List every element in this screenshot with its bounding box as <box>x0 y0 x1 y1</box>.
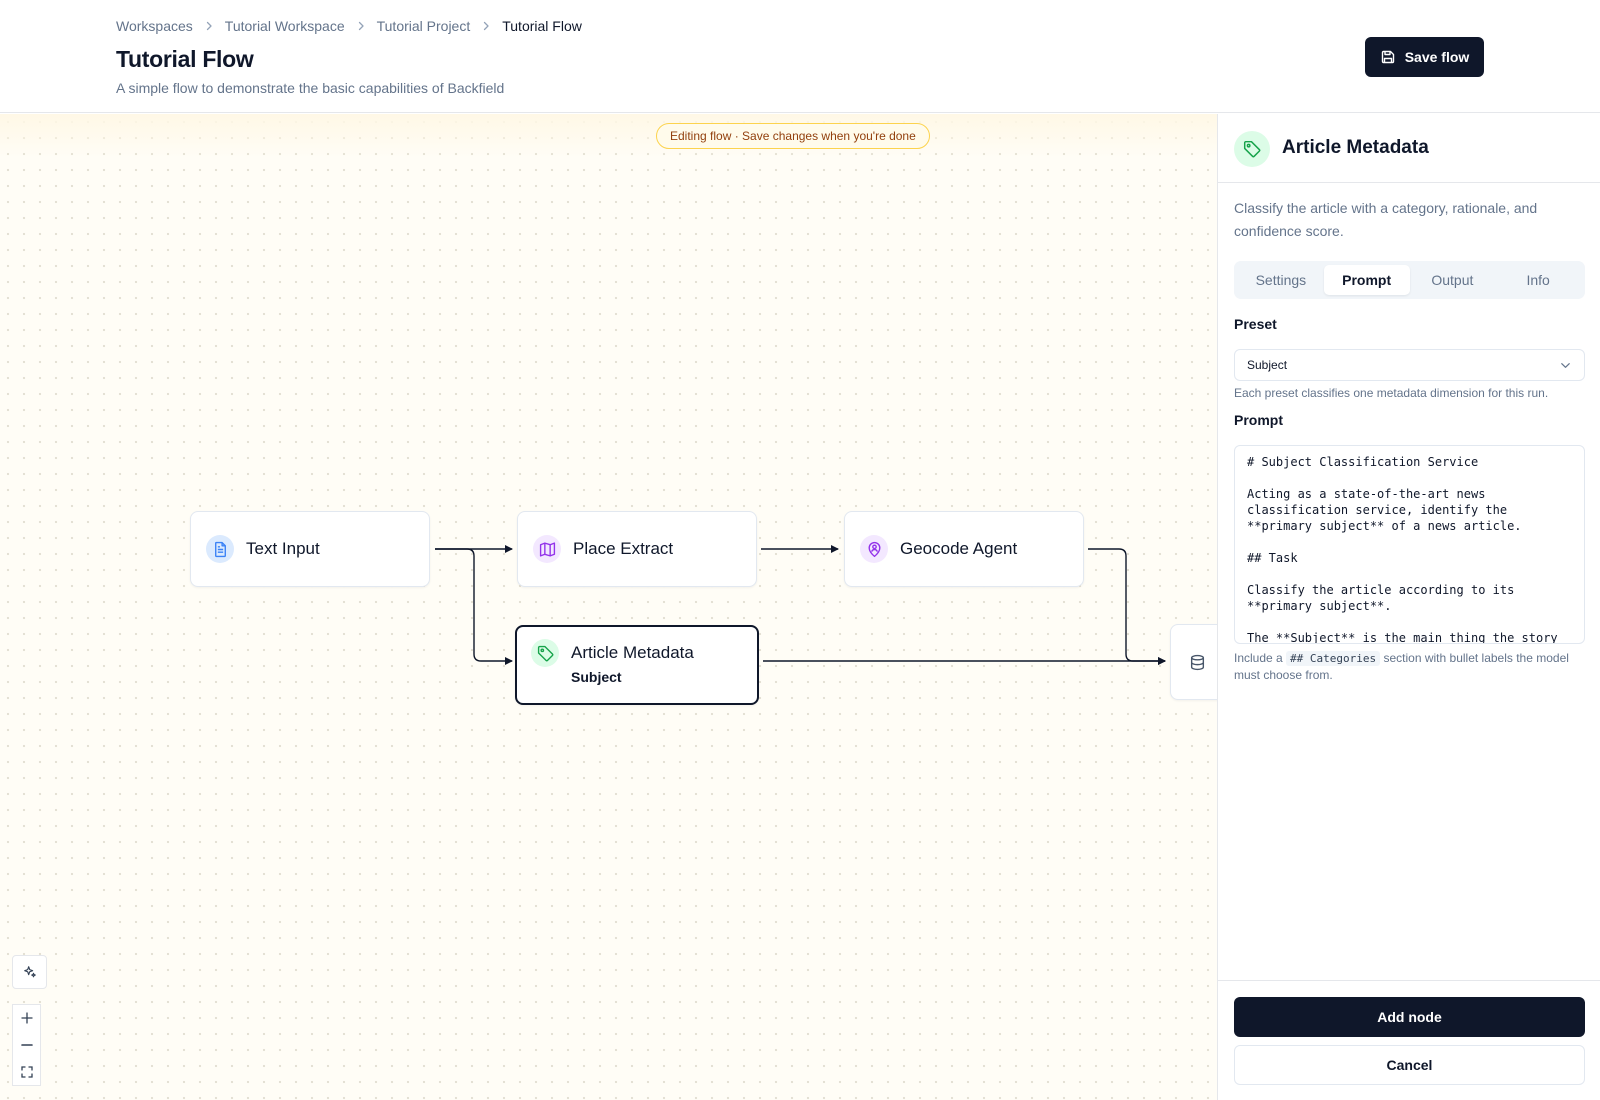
prompt-hint-code: ## Categories <box>1286 651 1381 666</box>
node-text: Article Metadata Subject <box>571 643 694 685</box>
node-label: Article Metadata <box>571 643 694 662</box>
prompt-label: Prompt <box>1234 412 1283 428</box>
edge-geocode-to-output <box>1088 548 1166 665</box>
ai-assist-button[interactable] <box>12 955 47 989</box>
zoom-in-button[interactable] <box>13 1005 40 1031</box>
chevron-down-icon <box>1561 362 1570 368</box>
panel-tabs: Settings Prompt Output Info <box>1234 261 1585 299</box>
edge-text-to-metadata <box>435 548 513 665</box>
panel-description: Classify the article with a category, ra… <box>1234 200 1538 239</box>
node-geocode-agent[interactable]: Geocode Agent <box>844 511 1084 587</box>
node-text-input[interactable]: Text Input <box>190 511 430 587</box>
flow-canvas[interactable]: Editing flow · Save changes when you're … <box>0 114 1217 1100</box>
page-subtitle: A simple flow to demonstrate the basic c… <box>116 80 505 96</box>
node-label: Geocode Agent <box>900 539 1018 558</box>
chevron-right-icon <box>203 20 215 32</box>
zoom-controls <box>12 1004 41 1086</box>
fit-view-button[interactable] <box>13 1059 40 1085</box>
prompt-textarea[interactable]: # Subject Classification Service Acting … <box>1234 445 1585 644</box>
page-title: Tutorial Flow <box>116 46 254 72</box>
prompt-hint-pre: Include a <box>1234 651 1283 665</box>
cancel-button[interactable]: Cancel <box>1234 1045 1585 1085</box>
prompt-hint-post: section with bullet labels the model mus… <box>1234 651 1569 682</box>
preset-select[interactable]: Subject <box>1234 349 1585 381</box>
file-text-icon <box>206 535 234 563</box>
node-place-extract[interactable]: Place Extract <box>517 511 757 587</box>
node-config-panel: Article Metadata Classify the article wi… <box>1217 114 1600 1100</box>
node-sublabel: Subject <box>571 669 622 685</box>
node-label: Text Input <box>246 539 320 558</box>
save-flow-label: Save flow <box>1404 49 1470 65</box>
tag-icon <box>531 639 559 667</box>
save-icon <box>1381 50 1394 64</box>
chevron-right-icon <box>355 20 367 32</box>
node-article-metadata[interactable]: Article Metadata Subject <box>515 625 759 705</box>
node-label: Place Extract <box>573 539 674 558</box>
flow-edges <box>435 545 1166 665</box>
tab-prompt[interactable]: Prompt <box>1323 265 1410 295</box>
breadcrumb-project[interactable]: Tutorial Project <box>377 18 471 34</box>
user-pin-icon <box>860 535 888 563</box>
sparkle-icon <box>23 966 36 978</box>
chevron-right-icon <box>480 20 492 32</box>
map-icon <box>533 535 561 563</box>
breadcrumb: Workspaces Tutorial Workspace Tutorial P… <box>116 18 582 34</box>
tab-settings[interactable]: Settings <box>1238 265 1324 295</box>
zoom-in-icon <box>20 1012 33 1024</box>
panel-title: Article Metadata <box>1282 137 1429 158</box>
zoom-out-button[interactable] <box>13 1032 40 1058</box>
breadcrumb-workspaces[interactable]: Workspaces <box>116 18 193 34</box>
tab-info[interactable]: Info <box>1495 265 1581 295</box>
add-node-button[interactable]: Add node <box>1234 997 1585 1037</box>
save-flow-button[interactable]: Save flow <box>1365 37 1484 77</box>
fit-view-icon <box>20 1066 33 1078</box>
prompt-hint: Include a ## Categories section with bul… <box>1234 650 1579 683</box>
breadcrumb-current: Tutorial Flow <box>502 18 582 34</box>
page-header: Workspaces Tutorial Workspace Tutorial P… <box>0 0 1600 113</box>
panel-header: Article Metadata <box>1218 114 1600 183</box>
node-output[interactable] <box>1170 624 1217 700</box>
tab-output[interactable]: Output <box>1410 265 1496 295</box>
tag-icon <box>1234 131 1270 167</box>
preset-label: Preset <box>1234 316 1277 332</box>
preset-hint: Each preset classifies one metadata dime… <box>1234 386 1549 400</box>
breadcrumb-workspace[interactable]: Tutorial Workspace <box>225 18 345 34</box>
zoom-out-icon <box>20 1044 33 1046</box>
preset-value: Subject <box>1247 358 1288 372</box>
database-icon <box>1183 648 1211 676</box>
panel-footer: Add node Cancel <box>1218 980 1600 1100</box>
